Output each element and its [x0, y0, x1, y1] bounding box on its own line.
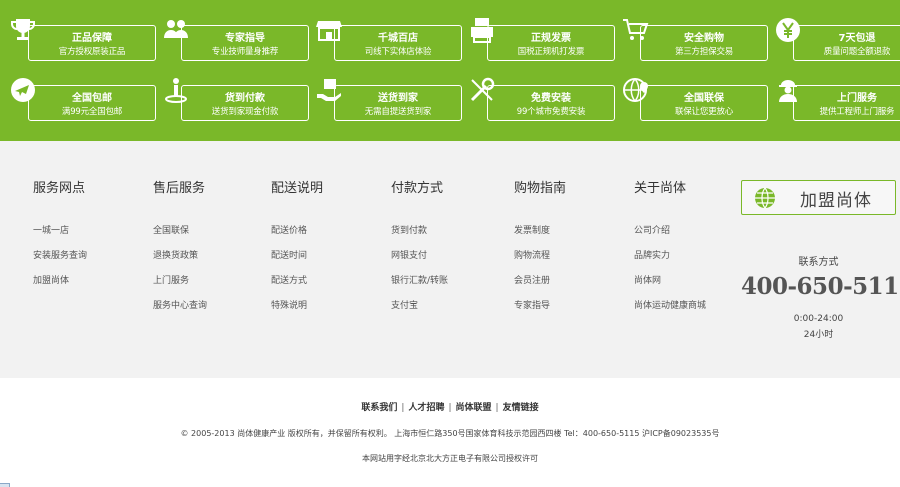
column-about: 关于尚体 公司介绍 品牌实力 尚体网 尚体运动健康商城 — [634, 179, 706, 325]
column-title: 购物指南 — [514, 181, 567, 196]
service-sub: 提供工程师上门服务 — [819, 107, 895, 117]
footer-link[interactable]: 发票制度 — [514, 225, 566, 250]
hotline-number: 400-650-5115 — [741, 273, 900, 300]
service-title: 正品保障 — [72, 33, 112, 44]
column-title: 关于尚体 — [634, 181, 687, 196]
footer-link[interactable]: 专家指导 — [514, 300, 566, 325]
service-warranty[interactable]: 全国联保 联保让您更放心 — [623, 78, 768, 121]
column-shopping-guide: 购物指南 发票制度 购物流程 会员注册 专家指导 — [514, 179, 566, 325]
contact-label: 联系方式 — [798, 257, 839, 268]
license-text: 本网站用字经北京北大方正电子有限公司授权许可 — [362, 454, 538, 463]
service-free-shipping[interactable]: 全国包邮 满99元全国包邮 — [11, 78, 156, 121]
service-genuine[interactable]: 正品保障 官方授权原装正品 — [11, 19, 156, 61]
service-invoice[interactable]: 正规发票 国税正规机打发票 — [471, 18, 615, 61]
service-title: 全国包邮 — [72, 93, 112, 104]
service-onsite[interactable]: 上门服务 提供工程师上门服务 — [779, 80, 900, 121]
column-delivery: 配送说明 配送价格 配送时间 配送方式 特殊说明 — [271, 179, 323, 325]
service-sub: 第三方担保交易 — [674, 47, 734, 57]
join-label: 加盟尚体 — [800, 191, 872, 211]
footer-link[interactable]: 配送方式 — [271, 275, 323, 300]
footer-link[interactable]: 网银支付 — [391, 250, 448, 275]
column-payment: 付款方式 货到付款 网银支付 银行汇款/转账 支付宝 — [391, 179, 448, 325]
column-title: 配送说明 — [271, 181, 324, 196]
column-title: 售后服务 — [153, 181, 206, 196]
service-hours: 0:00-24:00 — [793, 314, 844, 324]
footer-link[interactable]: 支付宝 — [391, 300, 448, 325]
footer-link[interactable]: 公司介绍 — [634, 225, 706, 250]
column-after-sales: 售后服务 全国联保 退换货政策 上门服务 服务中心查询 — [153, 179, 207, 325]
service-title: 7天包退 — [838, 33, 876, 44]
service-sub: 无需自提送货到家 — [364, 107, 432, 117]
service-sub: 司线下实体店体验 — [364, 47, 432, 57]
footer-links-area: 服务网点 一城一店 安装服务查询 加盟尚体 售后服务 全国联保 退换货政策 上门… — [0, 141, 900, 378]
service-cod[interactable]: 货到付款 送货到家现金付款 — [165, 78, 309, 121]
globe-icon — [754, 187, 776, 209]
copyright-text: © 2005-2013 尚体健康产业 版权所有，并保留所有权利。 上海市恒仁路3… — [180, 429, 720, 438]
footer-link[interactable]: 服务中心查询 — [153, 300, 207, 325]
service-title: 上门服务 — [837, 93, 877, 104]
footer-link[interactable]: 银行汇款/转账 — [391, 275, 448, 300]
footer-link[interactable]: 加盟尚体 — [33, 275, 87, 300]
service-expert[interactable]: 专家指导 专业技师量身推荐 — [164, 20, 309, 61]
service-safe-shopping[interactable]: 安全购物 第三方担保交易 — [623, 19, 768, 61]
column-title: 付款方式 — [391, 181, 444, 196]
service-sub: 联保让您更放心 — [674, 107, 734, 117]
separator: | — [401, 403, 405, 413]
service-title: 专家指导 — [225, 33, 265, 44]
service-sub: 满99元全国包邮 — [61, 107, 123, 117]
service-strip: 正品保障 官方授权原装正品 专家指导 专业技师量身推荐 千城百店 司线下实体店体… — [0, 0, 900, 141]
footer-link[interactable]: 退换货政策 — [153, 250, 207, 275]
service-title: 货到付款 — [225, 93, 265, 104]
service-title: 送货到家 — [378, 93, 418, 104]
footer-link-friends[interactable]: 友情链接 — [503, 403, 539, 413]
footer-link[interactable]: 一城一店 — [33, 225, 87, 250]
corner-scroll-mark — [0, 483, 10, 487]
footer-link[interactable]: 尚体网 — [634, 275, 706, 300]
footer-link[interactable]: 尚体运动健康商城 — [634, 300, 706, 325]
footer-link-alliance[interactable]: 尚体联盟 — [456, 403, 492, 413]
join-button[interactable]: 加盟尚体 — [741, 180, 896, 215]
footer-link[interactable]: 购物流程 — [514, 250, 566, 275]
service-7day-return[interactable]: 7天包退 质量问题全额退款 — [776, 18, 900, 61]
service-free-install[interactable]: 免费安装 99个城市免费安装 — [470, 77, 615, 121]
footer-link[interactable]: 货到付款 — [391, 225, 448, 250]
service-title: 正规发票 — [531, 33, 571, 44]
service-24h: 24小时 — [803, 330, 834, 340]
contact-block: 联系方式 400-650-5115 0:00-24:00 24小时 — [741, 253, 900, 340]
footer-link-careers[interactable]: 人才招聘 — [408, 403, 444, 413]
service-sub: 99个城市免费安装 — [516, 107, 586, 117]
footer-link[interactable]: 配送价格 — [271, 225, 323, 250]
service-sub: 质量问题全额退款 — [823, 47, 891, 57]
service-sub: 官方授权原装正品 — [58, 47, 126, 57]
footer-link[interactable]: 特殊说明 — [271, 300, 323, 325]
service-sub: 送货到家现金付款 — [211, 107, 279, 117]
service-title: 千城百店 — [378, 33, 418, 44]
service-title: 安全购物 — [684, 33, 724, 44]
page-footer: 联系我们 | 人才招聘 | 尚体联盟 | 友情链接 © 2005-2013 尚体健康产业 版… — [0, 378, 900, 487]
service-sub: 专业技师量身推荐 — [211, 47, 279, 57]
column-title: 服务网点 — [33, 181, 86, 196]
separator: | — [448, 403, 452, 413]
footer-link[interactable]: 会员注册 — [514, 275, 566, 300]
footer-link[interactable]: 安装服务查询 — [33, 250, 87, 275]
footer-link[interactable]: 全国联保 — [153, 225, 207, 250]
service-sub: 国税正规机打发票 — [517, 47, 585, 57]
footer-link[interactable]: 配送时间 — [271, 250, 323, 275]
footer-nav: 联系我们 | 人才招聘 | 尚体联盟 | 友情链接 — [0, 400, 900, 413]
service-stores[interactable]: 千城百店 司线下实体店体验 — [316, 21, 462, 61]
footer-link[interactable]: 品牌实力 — [634, 250, 706, 275]
footer-link-contact[interactable]: 联系我们 — [361, 403, 397, 413]
service-title: 免费安装 — [531, 93, 571, 104]
column-service-points: 服务网点 一城一店 安装服务查询 加盟尚体 — [33, 179, 87, 300]
service-home-delivery[interactable]: 送货到家 无需自提送货到家 — [317, 79, 462, 121]
service-title: 全国联保 — [684, 93, 724, 104]
footer-link[interactable]: 上门服务 — [153, 275, 207, 300]
separator: | — [495, 403, 499, 413]
